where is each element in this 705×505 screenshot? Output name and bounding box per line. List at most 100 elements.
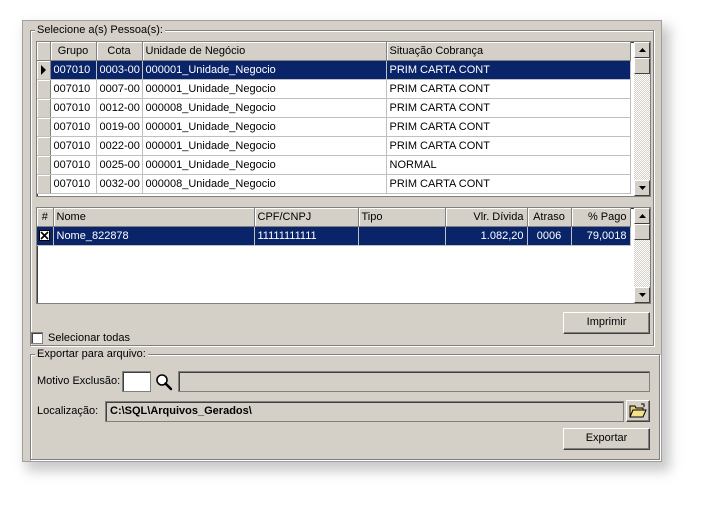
cell-unidade: 000008_Unidade_Negocio [142,98,387,118]
table-row[interactable]: 007010 0032-00 000008_Unidade_Negocio PR… [37,174,631,194]
cell-unidade: 000001_Unidade_Negocio [142,79,387,99]
cell-cota: 0003-00 [96,60,143,80]
column-header-cpf[interactable]: CPF/CNPJ [254,208,359,227]
detalhe-header-row: # Nome CPF/CNPJ Tipo Vlr. Dívida Atraso … [37,208,631,227]
row-indicator [37,60,51,80]
table-row[interactable]: 007010 0019-00 000001_Unidade_Negocio PR… [37,117,631,137]
row-pointer-icon [40,64,46,75]
cell-pago: 79,0018 [571,226,631,246]
cell-unidade: 000008_Unidade_Negocio [142,174,387,194]
scroll-track[interactable] [634,240,650,287]
cell-grupo: 007010 [50,174,97,194]
motivo-label: Motivo Exclusão: [37,375,121,387]
column-header-tipo[interactable]: Tipo [358,208,446,227]
cell-grupo: 007010 [50,60,97,80]
cell-cota: 0012-00 [96,98,143,118]
pessoas-grid[interactable]: Grupo Cota Unidade de Negócio Situação C… [36,41,651,197]
detalhe-table: # Nome CPF/CNPJ Tipo Vlr. Dívida Atraso … [37,208,631,246]
localizacao-label: Localização: [37,405,99,417]
row-checkbox-cell[interactable] [37,226,54,246]
cell-cota: 0007-00 [96,79,143,99]
cell-grupo: 007010 [50,136,97,156]
cell-cota: 0025-00 [96,155,143,175]
motivo-description-field [178,371,650,392]
column-header-atraso[interactable]: Atraso [527,208,572,227]
selecionar-todas-label[interactable]: Selecionar todas [48,332,130,345]
cell-atraso: 0006 [527,226,572,246]
scroll-thumb[interactable] [634,224,650,240]
table-row[interactable]: 007010 0025-00 000001_Unidade_Negocio NO… [37,155,631,175]
column-header-situacao[interactable]: Situação Cobrança [386,42,631,61]
indicator-header [37,42,51,61]
cell-unidade: 000001_Unidade_Negocio [142,117,387,137]
dialog-panel: Selecione a(s) Pessoa(s): Grupo Cota Uni… [22,20,662,462]
pessoas-scrollbar[interactable] [634,42,650,196]
pessoas-table: Grupo Cota Unidade de Negócio Situação C… [37,42,631,194]
cell-situacao: PRIM CARTA CONT [386,117,631,137]
row-indicator [37,155,51,175]
cell-nome: Nome_822878 [53,226,255,246]
column-header-cota[interactable]: Cota [96,42,143,61]
row-indicator [37,98,51,118]
cell-situacao: PRIM CARTA CONT [386,98,631,118]
cell-situacao: PRIM CARTA CONT [386,79,631,99]
cell-grupo: 007010 [50,117,97,137]
x-checkbox-icon[interactable] [39,230,50,242]
column-header-pago[interactable]: % Pago [571,208,631,227]
cell-situacao: PRIM CARTA CONT [386,136,631,156]
localizacao-field[interactable]: C:\SQL\Arquivos_Gerados\ [105,401,624,422]
row-indicator [37,136,51,156]
cell-tipo [358,226,446,246]
browse-folder-button[interactable] [626,400,650,422]
detalhe-scrollbar[interactable] [634,208,650,303]
motivo-input[interactable] [122,371,151,392]
arrow-up-icon [638,214,646,218]
exportar-legend: Exportar para arquivo: [35,348,148,361]
table-row[interactable]: 007010 0012-00 000008_Unidade_Negocio PR… [37,98,631,118]
cell-grupo: 007010 [50,155,97,175]
column-header-nome[interactable]: Nome [53,208,255,227]
cell-unidade: 000001_Unidade_Negocio [142,60,387,80]
cell-unidade: 000001_Unidade_Negocio [142,136,387,156]
magnifier-icon [156,374,173,391]
imprimir-button[interactable]: Imprimir [563,312,650,334]
selecionar-todas-checkbox[interactable] [31,332,43,344]
column-header-index[interactable]: # [37,208,54,227]
search-button[interactable] [154,372,174,392]
scroll-down-button[interactable] [634,287,650,303]
cell-cpf: 11111111111 [254,226,359,246]
pessoas-header-row: Grupo Cota Unidade de Negócio Situação C… [37,42,631,61]
row-indicator [37,79,51,99]
open-folder-icon [629,403,647,418]
row-indicator [37,174,51,194]
arrow-up-icon [638,48,646,52]
detalhe-grid[interactable]: # Nome CPF/CNPJ Tipo Vlr. Dívida Atraso … [36,207,651,304]
cell-valor: 1.082,20 [445,226,528,246]
cell-situacao: NORMAL [386,155,631,175]
table-row[interactable]: 007010 0003-00 000001_Unidade_Negocio PR… [37,60,631,80]
cell-cota: 0019-00 [96,117,143,137]
cell-situacao: PRIM CARTA CONT [386,174,631,194]
table-row[interactable]: Nome_822878 11111111111 1.082,20 0006 79… [37,226,631,246]
cell-unidade: 000001_Unidade_Negocio [142,155,387,175]
cell-cota: 0032-00 [96,174,143,194]
column-header-valor[interactable]: Vlr. Dívida [445,208,528,227]
column-header-grupo[interactable]: Grupo [50,42,97,61]
cell-grupo: 007010 [50,79,97,99]
pessoas-legend: Selecione a(s) Pessoa(s): [35,24,165,37]
cell-situacao: PRIM CARTA CONT [386,60,631,80]
table-row[interactable]: 007010 0022-00 000001_Unidade_Negocio PR… [37,136,631,156]
scroll-down-button[interactable] [634,180,650,196]
cell-grupo: 007010 [50,98,97,118]
scroll-up-button[interactable] [634,208,650,224]
arrow-down-icon [638,186,646,190]
scroll-track[interactable] [634,74,650,180]
cell-cota: 0022-00 [96,136,143,156]
exportar-button[interactable]: Exportar [563,428,650,450]
scroll-up-button[interactable] [634,42,650,58]
table-row[interactable]: 007010 0007-00 000001_Unidade_Negocio PR… [37,79,631,99]
column-header-unidade[interactable]: Unidade de Negócio [142,42,387,61]
arrow-down-icon [638,293,646,297]
row-indicator [37,117,51,137]
scroll-thumb[interactable] [634,58,650,74]
